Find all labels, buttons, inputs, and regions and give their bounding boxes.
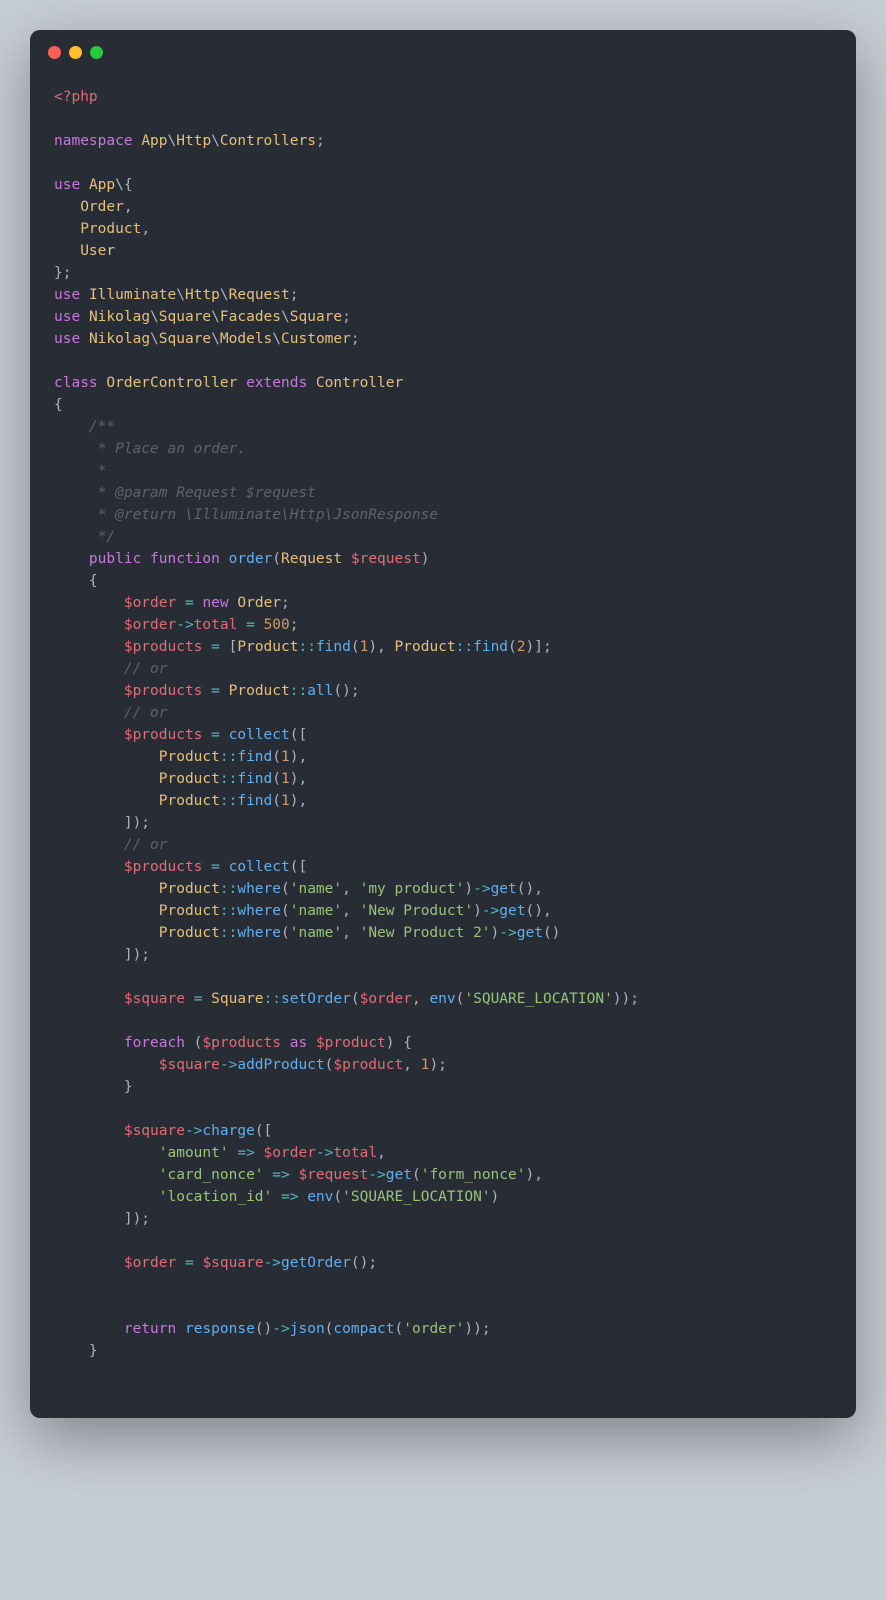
window-titlebar <box>30 30 856 74</box>
minimize-icon[interactable] <box>69 46 82 59</box>
code-window: <?php namespace App\Http\Controllers; us… <box>30 30 856 1418</box>
code-editor[interactable]: <?php namespace App\Http\Controllers; us… <box>30 74 856 1418</box>
zoom-icon[interactable] <box>90 46 103 59</box>
close-icon[interactable] <box>48 46 61 59</box>
